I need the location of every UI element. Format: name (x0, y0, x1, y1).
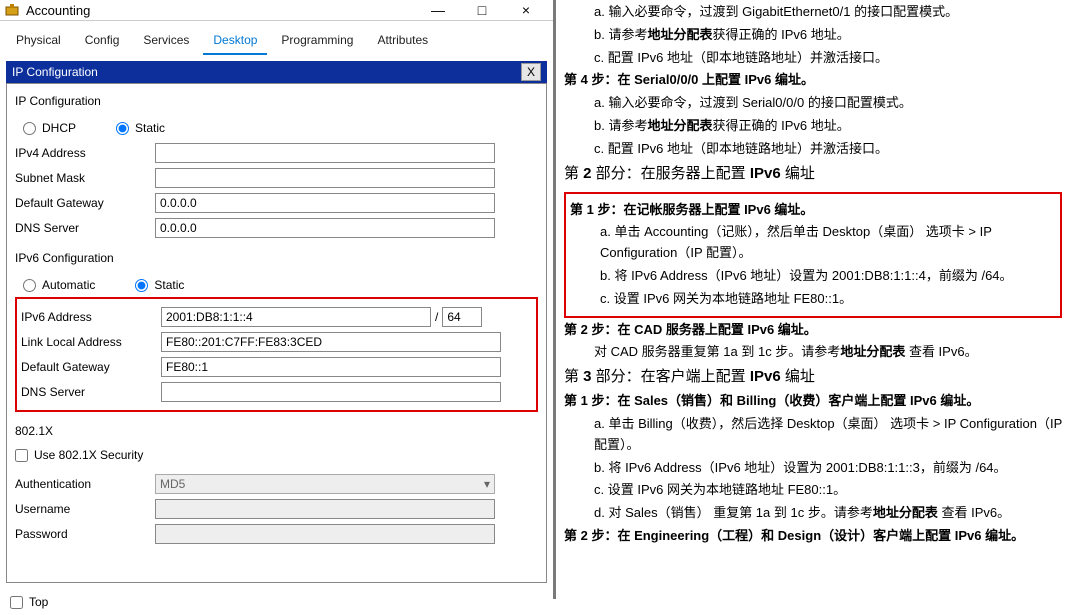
auth-select[interactable]: MD5▾ (155, 474, 495, 494)
tab-physical[interactable]: Physical (6, 27, 71, 55)
doc-part: 第 3 部分：在客户端上配置 IPv6 编址 (564, 365, 1062, 389)
ipv4-address-input[interactable] (155, 143, 495, 163)
doc-step: 第 1 步：在 Sales（销售）和 Billing（收费）客户端上配置 IPv… (564, 391, 1062, 412)
top-checkbox[interactable] (10, 596, 23, 609)
doc-line: b. 将 IPv6 Address（IPv6 地址）设置为 2001:DB8:1… (564, 458, 1062, 479)
ipv4-address-label: IPv4 Address (15, 146, 155, 160)
doc-step: 第 1 步：在记帐服务器上配置 IPv6 编址。 (570, 200, 1056, 221)
ipv6-static-radio[interactable]: Static (135, 278, 184, 292)
link-local-input[interactable] (161, 332, 501, 352)
maximize-button[interactable]: □ (467, 0, 497, 20)
doc-line: 对 CAD 服务器重复第 1a 到 1c 步。请参考地址分配表 查看 IPv6。 (564, 342, 1062, 363)
config-body: IP Configuration DHCP Static IPv4 Addres… (6, 83, 547, 583)
tab-attributes[interactable]: Attributes (367, 27, 438, 55)
password-input (155, 524, 495, 544)
ipv6-highlight-box: IPv6 Address / Link Local Address Defaul… (15, 297, 538, 412)
doc-line: a. 单击 Billing（收费），然后选择 Desktop（桌面） 选项卡 >… (564, 414, 1062, 456)
titlebar: Accounting — □ × (0, 0, 553, 21)
doc-line: c. 配置 IPv6 地址（即本地链路地址）并激活接口。 (564, 48, 1062, 69)
doc-line: a. 输入必要命令，过渡到 GigabitEthernet0/1 的接口配置模式… (564, 2, 1062, 23)
doc-step: 第 2 步：在 CAD 服务器上配置 IPv6 编址。 (564, 320, 1062, 341)
dhcp-radio[interactable]: DHCP (23, 121, 76, 135)
link-local-label: Link Local Address (21, 335, 161, 349)
doc-highlight-box: 第 1 步：在记帐服务器上配置 IPv6 编址。 a. 单击 Accountin… (564, 192, 1062, 318)
doc-line: c. 设置 IPv6 网关为本地链路地址 FE80::1。 (564, 480, 1062, 501)
auth-label: Authentication (15, 477, 155, 491)
username-label: Username (15, 502, 155, 516)
static-radio[interactable]: Static (116, 121, 165, 135)
ipconf-section: IP Configuration (15, 90, 538, 114)
ipv6-address-label: IPv6 Address (21, 310, 161, 324)
panel-header: IP Configuration X (6, 61, 547, 83)
dns-server-label: DNS Server (15, 221, 155, 235)
subnet-mask-label: Subnet Mask (15, 171, 155, 185)
close-button[interactable]: × (511, 0, 541, 20)
use-8021x-checkbox[interactable] (15, 449, 28, 462)
chevron-down-icon: ▾ (484, 477, 490, 491)
doc-step: 第 4 步：在 Serial0/0/0 上配置 IPv6 编址。 (564, 70, 1062, 91)
dns-server-input[interactable] (155, 218, 495, 238)
default-gateway-label: Default Gateway (15, 196, 155, 210)
ipv6-dns-label: DNS Server (21, 385, 161, 399)
tab-config[interactable]: Config (75, 27, 130, 55)
password-label: Password (15, 527, 155, 541)
ipv6-gateway-label: Default Gateway (21, 360, 161, 374)
dot1x-section: 802.1X (15, 420, 538, 444)
default-gateway-input[interactable] (155, 193, 495, 213)
top-label: Top (29, 595, 48, 609)
doc-step: 第 2 步：在 Engineering（工程）和 Design（设计）客户端上配… (564, 526, 1062, 547)
tab-bar: Physical Config Services Desktop Program… (0, 21, 553, 55)
ipv6-dns-input[interactable] (161, 382, 501, 402)
tab-programming[interactable]: Programming (271, 27, 363, 55)
panel-close-button[interactable]: X (521, 63, 541, 81)
doc-line: b. 将 IPv6 Address（IPv6 地址）设置为 2001:DB8:1… (570, 266, 1056, 287)
ipv6-address-input[interactable] (161, 307, 431, 327)
doc-line: a. 单击 Accounting（记账），然后单击 Desktop（桌面） 选项… (570, 222, 1056, 264)
ipv6-prefix-input[interactable] (442, 307, 482, 327)
doc-part: 第 2 部分：在服务器上配置 IPv6 编址 (564, 162, 1062, 186)
instructions-pane: a. 输入必要命令，过渡到 GigabitEthernet0/1 的接口配置模式… (556, 0, 1070, 599)
tab-desktop[interactable]: Desktop (203, 27, 267, 55)
subnet-mask-input[interactable] (155, 168, 495, 188)
username-input (155, 499, 495, 519)
app-window: Accounting — □ × Physical Config Service… (0, 0, 556, 599)
footer: Top (0, 589, 553, 615)
minimize-button[interactable]: — (423, 0, 453, 20)
tab-services[interactable]: Services (133, 27, 199, 55)
window-title: Accounting (26, 3, 423, 18)
ipv6-gateway-input[interactable] (161, 357, 501, 377)
panel-title: IP Configuration (12, 65, 521, 79)
app-icon (4, 2, 20, 18)
ipv6conf-section: IPv6 Configuration (15, 247, 538, 271)
doc-line: b. 请参考地址分配表获得正确的 IPv6 地址。 (564, 116, 1062, 137)
doc-line: d. 对 Sales（销售） 重复第 1a 到 1c 步。请参考地址分配表 查看… (564, 503, 1062, 524)
doc-line: c. 设置 IPv6 网关为本地链路地址 FE80::1。 (570, 289, 1056, 310)
use-8021x-label: Use 802.1X Security (34, 448, 143, 462)
doc-line: a. 输入必要命令，过渡到 Serial0/0/0 的接口配置模式。 (564, 93, 1062, 114)
doc-line: b. 请参考地址分配表获得正确的 IPv6 地址。 (564, 25, 1062, 46)
ipv6-auto-radio[interactable]: Automatic (23, 278, 95, 292)
prefix-slash: / (431, 310, 442, 324)
doc-line: c. 配置 IPv6 地址（即本地链路地址）并激活接口。 (564, 139, 1062, 160)
